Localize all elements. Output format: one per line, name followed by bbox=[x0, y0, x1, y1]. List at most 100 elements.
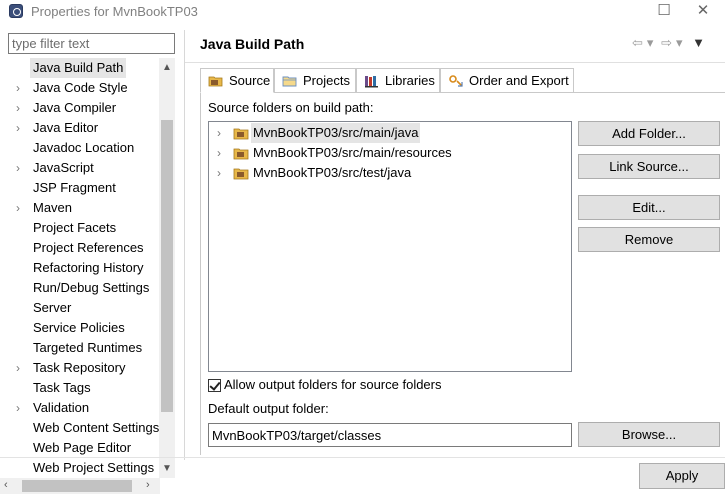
back-arrow-icon[interactable]: ⇦ bbox=[632, 35, 643, 51]
expand-chevron-icon[interactable]: › bbox=[217, 123, 221, 143]
expand-chevron-icon[interactable]: › bbox=[217, 143, 221, 163]
tree-item-validation[interactable]: › Validation bbox=[0, 398, 160, 418]
link-source-button[interactable]: Link Source... bbox=[578, 154, 720, 179]
tree-item-label: Java Editor bbox=[33, 120, 99, 135]
tree-item-label: Web Content Settings bbox=[33, 420, 160, 435]
scroll-up-icon[interactable]: ▲ bbox=[162, 62, 172, 73]
back-menu-icon[interactable]: ▾ bbox=[647, 35, 654, 51]
remove-button[interactable]: Remove bbox=[578, 227, 720, 252]
header-separator bbox=[185, 62, 725, 63]
tree-item-web-project-settings[interactable]: Web Project Settings bbox=[0, 458, 160, 478]
expand-chevron-icon[interactable]: › bbox=[16, 78, 26, 98]
tree-item-javadoc-location[interactable]: Javadoc Location bbox=[0, 138, 160, 158]
source-folder-icon bbox=[208, 76, 223, 87]
tree-item-label: Service Policies bbox=[33, 320, 125, 335]
tree-item-project-references[interactable]: Project References bbox=[0, 238, 160, 258]
pane-divider[interactable] bbox=[184, 30, 185, 460]
package-folder-icon bbox=[233, 148, 249, 160]
source-folder-label: MvnBookTP03/src/test/java bbox=[253, 165, 412, 180]
tree-item-web-page-editor[interactable]: Web Page Editor bbox=[0, 438, 160, 458]
page-title: Java Build Path bbox=[200, 36, 305, 52]
default-output-folder-input[interactable] bbox=[208, 423, 572, 447]
order-export-icon bbox=[449, 75, 463, 87]
apply-button[interactable]: Apply bbox=[639, 463, 725, 489]
scrollbar-thumb[interactable] bbox=[161, 120, 173, 412]
tree-item-refactoring-history[interactable]: Refactoring History bbox=[0, 258, 160, 278]
allow-output-folders-checkbox[interactable] bbox=[208, 379, 221, 392]
tree-item-run-debug-settings[interactable]: Run/Debug Settings bbox=[0, 278, 160, 298]
edit-button[interactable]: Edit... bbox=[578, 195, 720, 220]
source-folder-row[interactable]: › MvnBookTP03/src/main/resources bbox=[209, 143, 571, 163]
tree-item-label: Java Compiler bbox=[33, 100, 117, 115]
tree-item-label: Targeted Runtimes bbox=[33, 340, 143, 355]
libraries-icon bbox=[365, 76, 378, 88]
tab-source[interactable]: Source bbox=[200, 68, 274, 93]
tree-vertical-scrollbar[interactable]: ▲ ▼ bbox=[159, 58, 175, 478]
tree-item-label: Validation bbox=[33, 400, 90, 415]
source-folder-row[interactable]: › MvnBookTP03/src/test/java bbox=[209, 163, 571, 183]
scroll-left-icon[interactable]: ‹ bbox=[4, 479, 8, 491]
expand-chevron-icon[interactable]: › bbox=[16, 98, 26, 118]
tree-item-label: Javadoc Location bbox=[33, 140, 135, 155]
maximize-button[interactable]: ☐ bbox=[642, 0, 686, 24]
tree-item-java-code-style[interactable]: › Java Code Style bbox=[0, 78, 160, 98]
tree-item-server[interactable]: Server bbox=[0, 298, 160, 318]
title-bar: Properties for MvnBookTP03 ☐ ✕ bbox=[0, 0, 725, 24]
tree-item-service-policies[interactable]: Service Policies bbox=[0, 318, 160, 338]
filter-input[interactable] bbox=[8, 33, 175, 54]
source-folder-label: MvnBookTP03/src/main/resources bbox=[253, 145, 452, 160]
tree-item-project-facets[interactable]: Project Facets bbox=[0, 218, 160, 238]
tree-item-label: Task Repository bbox=[33, 360, 126, 375]
tree-item-java-compiler[interactable]: › Java Compiler bbox=[0, 98, 160, 118]
scrollbar-thumb[interactable] bbox=[22, 480, 132, 492]
expand-chevron-icon[interactable]: › bbox=[16, 398, 26, 418]
package-folder-icon bbox=[233, 128, 249, 140]
tab-libraries[interactable]: Libraries bbox=[356, 68, 440, 93]
tree-item-targeted-runtimes[interactable]: Targeted Runtimes bbox=[0, 338, 160, 358]
forward-arrow-icon[interactable]: ⇨ bbox=[661, 35, 672, 51]
browse-button[interactable]: Browse... bbox=[578, 422, 720, 447]
tab-projects[interactable]: Projects bbox=[274, 68, 356, 93]
tree-horizontal-scrollbar[interactable]: ‹ › bbox=[0, 478, 160, 494]
tree-item-label: Task Tags bbox=[33, 380, 91, 395]
property-page-tree: Java Build Path › Java Code Style › Java… bbox=[0, 58, 160, 478]
tree-item-label: Web Project Settings bbox=[33, 460, 155, 475]
expand-chevron-icon[interactable]: › bbox=[16, 158, 26, 178]
source-folders-tree[interactable]: › MvnBookTP03/src/main/java › MvnBookTP0… bbox=[208, 121, 572, 372]
tree-item-label: Project Facets bbox=[33, 220, 117, 235]
view-menu-icon[interactable]: ▼ bbox=[692, 35, 705, 50]
tree-item-task-tags[interactable]: Task Tags bbox=[0, 378, 160, 398]
window-title: Properties for MvnBookTP03 bbox=[31, 4, 198, 19]
tree-item-web-content-settings[interactable]: Web Content Settings bbox=[0, 418, 160, 438]
tree-item-label: Java Code Style bbox=[33, 80, 128, 95]
tree-item-java-editor[interactable]: › Java Editor bbox=[0, 118, 160, 138]
expand-chevron-icon[interactable]: › bbox=[217, 163, 221, 183]
tree-item-maven[interactable]: › Maven bbox=[0, 198, 160, 218]
eclipse-app-icon bbox=[9, 4, 23, 18]
add-folder-button[interactable]: Add Folder... bbox=[578, 121, 720, 146]
tree-item-label: Java Build Path bbox=[30, 58, 127, 78]
source-folder-row[interactable]: › MvnBookTP03/src/main/java bbox=[209, 123, 571, 143]
allow-output-folders-label[interactable]: Allow output folders for source folders bbox=[224, 377, 442, 392]
tab-order-and-export[interactable]: Order and Export bbox=[440, 68, 574, 93]
expand-chevron-icon[interactable]: › bbox=[16, 198, 26, 218]
scroll-down-icon[interactable]: ▼ bbox=[162, 463, 172, 474]
tree-item-jsp-fragment[interactable]: JSP Fragment bbox=[0, 178, 160, 198]
tab-label: Order and Export bbox=[469, 73, 569, 88]
tree-item-task-repository[interactable]: › Task Repository bbox=[0, 358, 160, 378]
source-folder-label: MvnBookTP03/src/main/java bbox=[251, 123, 421, 143]
scroll-right-icon[interactable]: › bbox=[146, 479, 150, 491]
close-button[interactable]: ✕ bbox=[681, 0, 725, 24]
expand-chevron-icon[interactable]: › bbox=[16, 118, 26, 138]
tree-item-label: Server bbox=[33, 300, 72, 315]
page-navigation: ⇦ ▾ ⇨ ▾ ▼ bbox=[632, 35, 709, 51]
forward-menu-icon[interactable]: ▾ bbox=[676, 35, 683, 51]
tab-label: Source bbox=[229, 73, 271, 88]
projects-icon bbox=[282, 76, 297, 87]
tab-label: Projects bbox=[303, 73, 350, 88]
tree-item-javascript[interactable]: › JavaScript bbox=[0, 158, 160, 178]
default-output-folder-label: Default output folder: bbox=[208, 401, 329, 416]
expand-chevron-icon[interactable]: › bbox=[16, 358, 26, 378]
tree-item-java-build-path[interactable]: Java Build Path bbox=[0, 58, 160, 78]
tree-item-label: Project References bbox=[33, 240, 144, 255]
